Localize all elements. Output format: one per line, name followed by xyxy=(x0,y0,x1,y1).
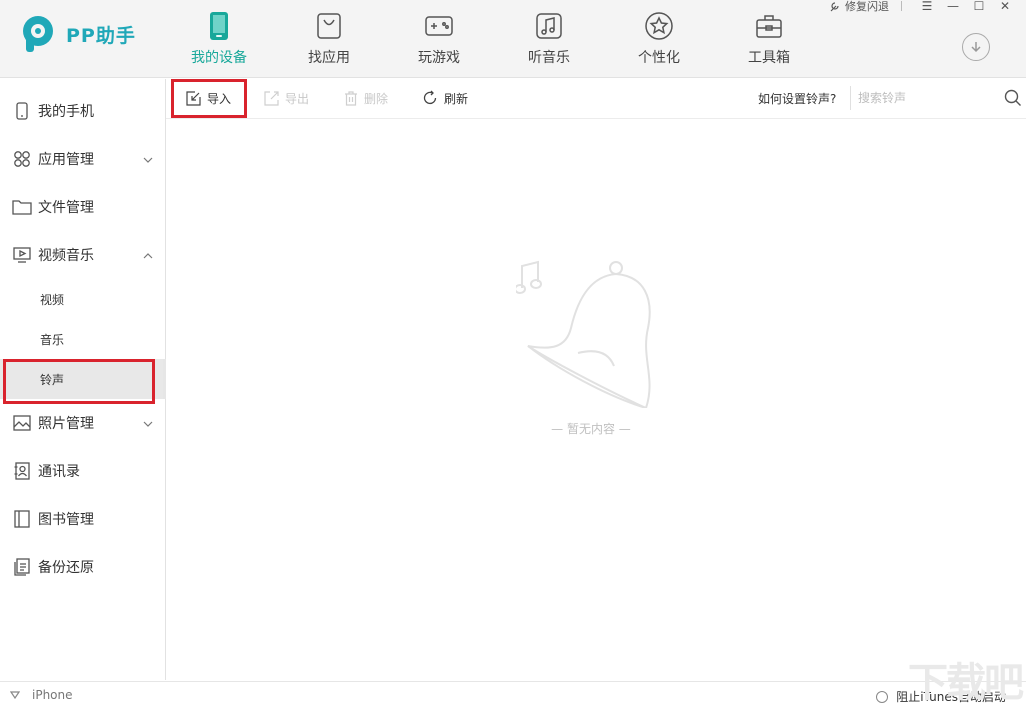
chevron-up-icon[interactable] xyxy=(143,249,153,264)
sidebar: 我的手机 应用管理 文件管理 视频音乐 视频 音乐 铃声 照片管理 通讯录 图书… xyxy=(0,79,166,680)
empty-state-text: — 暂无内容 — xyxy=(551,422,631,436)
sidebar-subitem-music[interactable]: 音乐 xyxy=(0,319,165,359)
nav-label: 我的设备 xyxy=(191,50,247,66)
sidebar-subitem-label: 视频 xyxy=(40,292,65,307)
import-highlight-box xyxy=(171,79,247,118)
sidebar-item-label: 视频音乐 xyxy=(38,248,94,264)
sidebar-item-label: 照片管理 xyxy=(38,416,94,432)
refresh-button[interactable]: 刷新 xyxy=(422,79,468,117)
empty-bell-illustration xyxy=(516,260,651,408)
book-icon xyxy=(12,509,32,529)
sidebar-item-photo-management[interactable]: 照片管理 xyxy=(0,399,165,447)
ringtone-highlight-box xyxy=(3,359,155,404)
toolbox-icon xyxy=(756,15,782,38)
nav-label: 听音乐 xyxy=(528,50,570,66)
apps-icon xyxy=(12,149,32,169)
device-icon xyxy=(210,12,228,40)
contacts-icon xyxy=(12,461,32,481)
sidebar-item-label: 通讯录 xyxy=(38,464,80,480)
menu-icon[interactable]: ☰ xyxy=(914,0,940,12)
music-icon xyxy=(536,13,562,39)
nav-label: 找应用 xyxy=(308,50,350,66)
sidebar-item-book-management[interactable]: 图书管理 xyxy=(0,495,165,543)
nav-label: 个性化 xyxy=(638,50,680,66)
gamepad-icon xyxy=(425,16,453,36)
pp-logo-icon xyxy=(20,14,56,54)
nav-find-apps[interactable]: 找应用 xyxy=(274,0,384,78)
nav-play-games[interactable]: 玩游戏 xyxy=(384,0,494,78)
chevron-down-icon[interactable] xyxy=(143,153,153,168)
itunes-radio[interactable] xyxy=(876,690,889,703)
repair-label: 修复闪退 xyxy=(845,0,889,13)
refresh-icon xyxy=(423,90,437,105)
trash-icon xyxy=(345,90,357,106)
video-music-icon xyxy=(12,245,32,265)
device-name: iPhone xyxy=(32,688,73,702)
sidebar-item-video-music[interactable]: 视频音乐 xyxy=(0,231,165,279)
refresh-label: 刷新 xyxy=(444,91,469,106)
sidebar-item-contacts[interactable]: 通讯录 xyxy=(0,447,165,495)
toolbar: 导入 导出 删除 刷新 如何设置铃声? xyxy=(166,79,1026,119)
app-logo: PP助手 xyxy=(20,14,136,54)
sidebar-subitem-label: 音乐 xyxy=(40,332,65,347)
export-button[interactable]: 导出 xyxy=(264,79,309,117)
sidebar-item-file-management[interactable]: 文件管理 xyxy=(0,183,165,231)
star-icon xyxy=(645,12,673,40)
main-nav: 我的设备 找应用 玩游戏 听音乐 个性化 工具箱 xyxy=(164,0,824,78)
sidebar-item-backup-restore[interactable]: 备份还原 xyxy=(0,543,165,591)
nav-label: 玩游戏 xyxy=(418,50,460,66)
download-icon xyxy=(971,42,981,53)
nav-listen-music[interactable]: 听音乐 xyxy=(494,0,604,78)
sidebar-item-app-management[interactable]: 应用管理 xyxy=(0,135,165,183)
nav-my-device[interactable]: 我的设备 xyxy=(164,0,274,78)
search-icon[interactable] xyxy=(1004,89,1022,111)
repair-crash-button[interactable]: 修复闪退 xyxy=(829,0,889,14)
phone-icon xyxy=(12,101,32,121)
delete-label: 删除 xyxy=(364,91,389,106)
close-icon[interactable]: ✕ xyxy=(992,0,1018,12)
export-icon xyxy=(264,90,279,106)
sidebar-item-label: 文件管理 xyxy=(38,200,94,216)
sidebar-item-label: 图书管理 xyxy=(38,512,94,528)
divider xyxy=(850,86,851,110)
maximize-icon[interactable]: ☐ xyxy=(966,0,992,12)
sidebar-item-label: 应用管理 xyxy=(38,152,94,168)
wrench-icon xyxy=(830,1,839,11)
export-label: 导出 xyxy=(285,91,310,106)
sidebar-item-label: 我的手机 xyxy=(38,104,94,120)
photo-icon xyxy=(12,413,32,433)
sidebar-subitem-video[interactable]: 视频 xyxy=(0,279,165,319)
ringtone-help-link[interactable]: 如何设置铃声? xyxy=(758,90,836,107)
triangle-down-icon xyxy=(10,691,20,699)
divider xyxy=(901,1,902,11)
sidebar-item-my-phone[interactable]: 我的手机 xyxy=(0,87,165,135)
bag-icon xyxy=(317,13,341,39)
top-header: PP助手 我的设备 找应用 玩游戏 听音乐 个性化 工具箱 修复闪退 ☰ — ☐… xyxy=(0,0,1026,78)
watermark-logo: 下载吧 xyxy=(908,660,1024,706)
minimize-icon[interactable]: — xyxy=(940,0,966,12)
chevron-down-icon[interactable] xyxy=(143,417,153,432)
window-controls: 修复闪退 ☰ — ☐ ✕ xyxy=(829,0,1018,14)
download-button[interactable] xyxy=(962,33,990,61)
device-selector[interactable]: iPhone xyxy=(10,688,73,702)
status-bar: iPhone 阻止iTunes自动启动 下载吧 xyxy=(0,660,1026,710)
search-input[interactable] xyxy=(858,87,998,109)
folder-icon xyxy=(12,197,32,217)
sidebar-item-label: 备份还原 xyxy=(38,560,94,576)
backup-icon xyxy=(12,557,32,577)
nav-label: 工具箱 xyxy=(748,50,790,66)
nav-personalize[interactable]: 个性化 xyxy=(604,0,714,78)
delete-button[interactable]: 删除 xyxy=(344,79,388,117)
app-name: PP助手 xyxy=(66,24,136,47)
nav-toolbox[interactable]: 工具箱 xyxy=(714,0,824,78)
ringtone-content-area: — 暂无内容 — xyxy=(166,120,1026,680)
